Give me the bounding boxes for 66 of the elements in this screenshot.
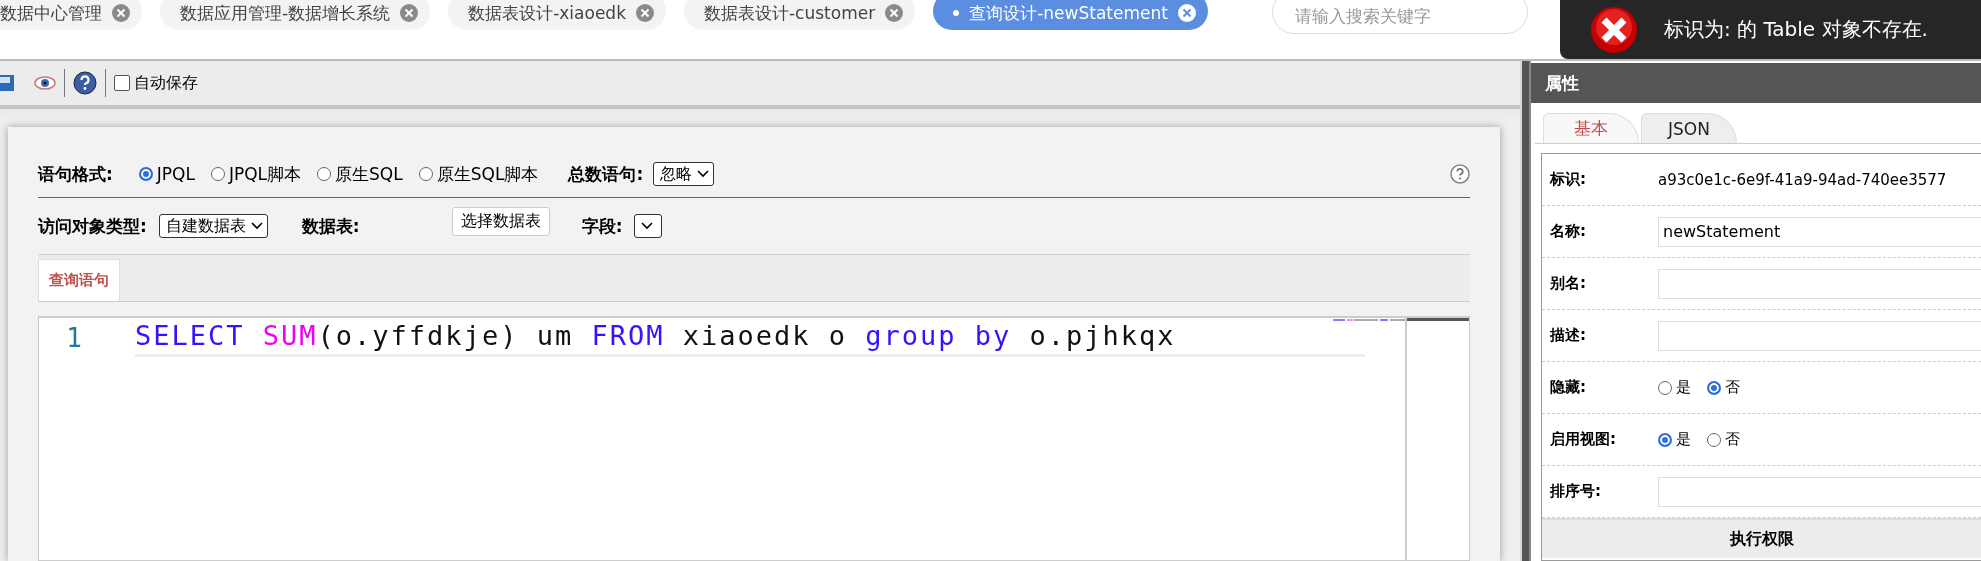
tab[interactable]: 数据表设计-xiaoedk: [448, 0, 666, 30]
eye-icon[interactable]: [34, 75, 56, 91]
panel-title: 属性: [1531, 63, 1981, 103]
field-label: 总数语句:: [568, 162, 644, 186]
radio-label: 是: [1676, 430, 1691, 449]
field-label: 隐藏:: [1549, 378, 1587, 397]
scrollbar-thumb[interactable]: [1407, 318, 1469, 321]
input-field[interactable]: newStatement: [1658, 216, 1981, 247]
radio-button[interactable]: [418, 167, 433, 181]
tab[interactable]: 数据表设计-customer: [684, 0, 916, 30]
caret-icon: [697, 170, 710, 178]
field-label: 名称:: [1549, 222, 1587, 241]
radio-button[interactable]: [210, 167, 225, 181]
tab[interactable]: 基本: [1543, 113, 1639, 143]
radio-button[interactable]: [138, 167, 153, 181]
close-icon[interactable]: [400, 4, 419, 22]
radio-label: JPQL: [156, 164, 195, 184]
tab[interactable]: JSON: [1641, 113, 1737, 143]
close-icon[interactable]: [636, 4, 654, 22]
tab[interactable]: 数据应用管理-数据增长系统: [160, 0, 431, 30]
dropdown[interactable]: [634, 214, 663, 238]
caret-icon: [250, 222, 263, 230]
input-field[interactable]: [1658, 268, 1981, 299]
error-message: 标识为: 的 Table 对象不存在.: [1664, 16, 1928, 43]
close-icon[interactable]: [885, 4, 904, 22]
radio-label: JPQL脚本: [228, 162, 302, 186]
close-icon[interactable]: [112, 4, 130, 22]
tab[interactable]: 数据中心管理: [0, 0, 142, 30]
field-label: 排序号:: [1549, 482, 1602, 501]
field-label: 别名:: [1549, 274, 1587, 293]
help-icon[interactable]: [73, 71, 97, 95]
radio-button[interactable]: [1658, 380, 1672, 395]
section-header: 执行权限: [1542, 518, 1981, 558]
radio-label: 否: [1725, 430, 1740, 449]
select-table-button[interactable]: 选择数据表: [451, 206, 550, 236]
radio-button[interactable]: [1707, 432, 1721, 447]
radio-button[interactable]: [1658, 432, 1672, 447]
radio-button[interactable]: [1707, 380, 1721, 395]
radio-label: 原生SQL: [335, 162, 403, 186]
close-icon[interactable]: [1177, 4, 1196, 22]
minimap-drawing: [1333, 318, 1405, 322]
dropdown[interactable]: 自建数据表: [158, 214, 268, 238]
line-number: 1: [65, 322, 83, 355]
input-field[interactable]: [1658, 320, 1981, 351]
radio-label: 是: [1676, 378, 1691, 397]
checkbox-label: 自动保存: [134, 72, 198, 94]
search-field[interactable]: 请输入搜索关键字: [1271, 0, 1528, 34]
error-icon: [1590, 5, 1638, 54]
radio-label: 否: [1725, 378, 1740, 397]
id-value: a93c0e1c-6e9f-41a9-94ad-740ee3577: [1658, 170, 1947, 189]
radio-button[interactable]: [317, 167, 332, 181]
dropdown[interactable]: 忽略: [653, 162, 715, 186]
save-icon[interactable]: [0, 73, 14, 93]
field-label: 数据表:: [301, 214, 360, 238]
field-label: 访问对象类型:: [38, 214, 147, 238]
tab[interactable]: 查询语句: [38, 259, 120, 301]
field-label: 语句格式:: [38, 162, 113, 186]
code-line: SELECT SUM(o.yffdkje) um FROM xiaoedk o group by o.pjhkqx: [135, 318, 1365, 357]
field-label: 字段:: [581, 214, 623, 238]
field-label: 标识:: [1548, 170, 1587, 189]
field-label: 启用视图:: [1549, 430, 1617, 449]
input-field[interactable]: [1658, 476, 1981, 507]
checkbox[interactable]: [114, 75, 130, 91]
radio-label: 原生SQL脚本: [436, 162, 539, 186]
field-label: 描述:: [1549, 326, 1587, 345]
caret-icon: [641, 222, 654, 230]
